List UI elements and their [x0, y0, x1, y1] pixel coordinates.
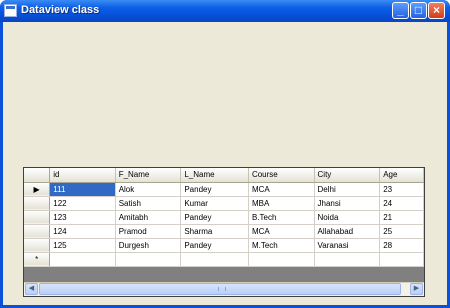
- cell-city[interactable]: Jhansi: [314, 196, 381, 211]
- cell-age[interactable]: 24: [379, 196, 424, 211]
- window-title: Dataview class: [21, 4, 100, 16]
- cell-city[interactable]: Delhi: [314, 182, 381, 197]
- data-grid-view[interactable]: id F_Name L_Name Course City Age ▶ 111 A…: [23, 167, 425, 297]
- row-header[interactable]: [24, 238, 51, 253]
- cell-f-name[interactable]: Amitabh: [115, 210, 182, 225]
- table-row[interactable]: 124 Pramod Sharma MCA Allahabad 25: [24, 224, 424, 239]
- table-row[interactable]: 125 Durgesh Pandey M.Tech Varanasi 28: [24, 238, 424, 253]
- cell-l-name[interactable]: Pandey: [180, 238, 249, 253]
- cell-id[interactable]: 123: [49, 210, 116, 225]
- cell-age[interactable]: 25: [379, 224, 424, 239]
- row-header[interactable]: [24, 210, 51, 225]
- column-header-id[interactable]: id: [49, 168, 116, 183]
- cell-course[interactable]: MBA: [248, 196, 315, 211]
- cell-id[interactable]: 124: [49, 224, 116, 239]
- column-header-course[interactable]: Course: [248, 168, 315, 183]
- row-header-current[interactable]: ▶: [24, 182, 51, 197]
- column-header-age[interactable]: Age: [379, 168, 424, 183]
- row-header[interactable]: [24, 196, 51, 211]
- title-bar[interactable]: Dataview class _ □ ×: [0, 0, 450, 22]
- cell-f-name[interactable]: Satish: [115, 196, 182, 211]
- cell-age[interactable]: 21: [379, 210, 424, 225]
- new-cell-f-name[interactable]: [115, 252, 182, 267]
- table-row[interactable]: 123 Amitabh Pandey B.Tech Noida 21: [24, 210, 424, 225]
- maximize-button[interactable]: □: [410, 2, 427, 19]
- form-client-area: id F_Name L_Name Course City Age ▶ 111 A…: [3, 22, 447, 305]
- cell-id[interactable]: 111: [49, 182, 116, 197]
- app-window: Dataview class _ □ × id F_Name L_Name Co…: [0, 0, 450, 308]
- cell-l-name[interactable]: Pandey: [180, 182, 249, 197]
- new-row-header[interactable]: *: [24, 252, 51, 267]
- new-cell-age[interactable]: [379, 252, 424, 267]
- scroll-right-arrow-icon[interactable]: ▶: [410, 283, 423, 295]
- cell-city[interactable]: Varanasi: [314, 238, 381, 253]
- cell-f-name[interactable]: Alok: [115, 182, 182, 197]
- new-cell-city[interactable]: [314, 252, 381, 267]
- minimize-button[interactable]: _: [392, 2, 409, 19]
- column-header-l-name[interactable]: L_Name: [180, 168, 249, 183]
- horizontal-scrollbar[interactable]: ◀ ▶: [24, 282, 424, 296]
- window-icon[interactable]: [4, 4, 17, 17]
- new-cell-course[interactable]: [248, 252, 315, 267]
- close-button[interactable]: ×: [428, 2, 445, 19]
- scroll-thumb[interactable]: [39, 283, 401, 295]
- header-row: id F_Name L_Name Course City Age: [24, 168, 424, 183]
- cell-f-name[interactable]: Pramod: [115, 224, 182, 239]
- cell-age[interactable]: 23: [379, 182, 424, 197]
- table-row[interactable]: ▶ 111 Alok Pandey MCA Delhi 23: [24, 182, 424, 197]
- cell-l-name[interactable]: Pandey: [180, 210, 249, 225]
- row-header[interactable]: [24, 224, 51, 239]
- cell-course[interactable]: MCA: [248, 224, 315, 239]
- cell-l-name[interactable]: Sharma: [180, 224, 249, 239]
- table-row[interactable]: 122 Satish Kumar MBA Jhansi 24: [24, 196, 424, 211]
- cell-course[interactable]: MCA: [248, 182, 315, 197]
- cell-city[interactable]: Noida: [314, 210, 381, 225]
- cell-course[interactable]: B.Tech: [248, 210, 315, 225]
- cell-l-name[interactable]: Kumar: [180, 196, 249, 211]
- cell-course[interactable]: M.Tech: [248, 238, 315, 253]
- new-cell-id[interactable]: [49, 252, 116, 267]
- column-header-city[interactable]: City: [314, 168, 381, 183]
- column-header-f-name[interactable]: F_Name: [115, 168, 182, 183]
- cell-city[interactable]: Allahabad: [314, 224, 381, 239]
- scroll-left-arrow-icon[interactable]: ◀: [25, 283, 38, 295]
- cell-age[interactable]: 28: [379, 238, 424, 253]
- new-cell-l-name[interactable]: [180, 252, 249, 267]
- data-table: id F_Name L_Name Course City Age ▶ 111 A…: [24, 168, 424, 267]
- cell-id[interactable]: 122: [49, 196, 116, 211]
- cell-id[interactable]: 125: [49, 238, 116, 253]
- top-left-header-cell[interactable]: [24, 168, 51, 183]
- new-row[interactable]: *: [24, 252, 424, 267]
- cell-f-name[interactable]: Durgesh: [115, 238, 182, 253]
